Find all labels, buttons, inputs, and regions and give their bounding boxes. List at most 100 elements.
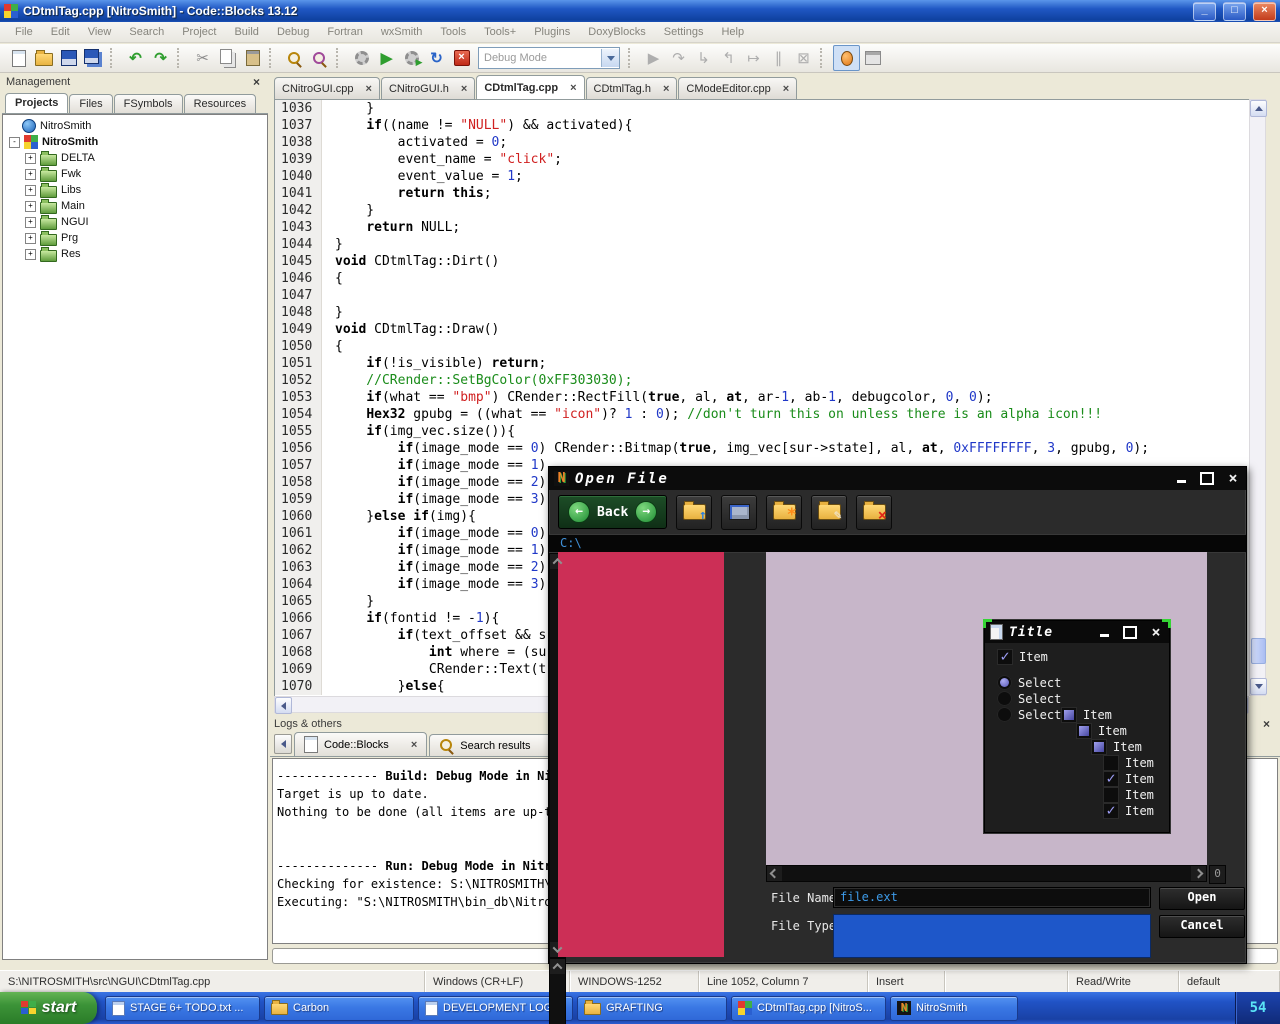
tree-item-nitrosmith[interactable]: -NitroSmith [3, 134, 267, 150]
checkbox-row[interactable]: ✓Item [1103, 771, 1154, 787]
new-file-button[interactable] [6, 46, 31, 70]
next-instruction-button[interactable]: ↦ [741, 46, 766, 70]
menu-build[interactable]: Build [225, 24, 267, 40]
expand-icon[interactable]: + [25, 249, 36, 260]
step-over-button[interactable]: ↷ [666, 46, 691, 70]
project-tree[interactable]: NitroSmith-NitroSmith+DELTA+Fwk+Libs+Mai… [2, 114, 268, 960]
places-panel[interactable] [558, 552, 724, 957]
pause-debug-button[interactable]: ∥ [766, 46, 791, 70]
tab-cnitrogui-h[interactable]: CNitroGUI.h× [381, 77, 475, 99]
taskbar-button-cdtmltag-cpp-nitros[interactable]: CDtmlTag.cpp [NitroS... [731, 996, 886, 1021]
menu-tools[interactable]: Tools+ [475, 24, 525, 40]
expand-icon[interactable]: + [25, 201, 36, 212]
build-and-run-button[interactable] [399, 46, 424, 70]
close-button[interactable]: × [1253, 2, 1276, 21]
menu-search[interactable]: Search [120, 24, 173, 40]
scroll-left-icon[interactable] [275, 697, 292, 714]
dialog-close-button[interactable]: × [1225, 472, 1241, 485]
menu-doxyblocks[interactable]: DoxyBlocks [579, 24, 654, 40]
file-list-horizontal-scrollbar[interactable] [766, 865, 1207, 882]
tab-projects[interactable]: Projects [5, 93, 68, 113]
management-close-icon[interactable]: × [249, 75, 264, 89]
undo-button[interactable]: ↶ [123, 46, 148, 70]
stop-debug-button[interactable]: ⊠ [791, 46, 816, 70]
checkbox-row[interactable]: ✓Item [997, 649, 1048, 665]
tree-item-prg[interactable]: +Prg [3, 230, 267, 246]
step-into-button[interactable]: ↳ [691, 46, 716, 70]
tree-item-main[interactable]: +Main [3, 198, 267, 214]
save-all-button[interactable] [81, 46, 106, 70]
tree-item-fwk[interactable]: +Fwk [3, 166, 267, 182]
dialog-maximize-button[interactable] [1199, 472, 1215, 485]
close-tab-icon[interactable]: × [411, 739, 417, 751]
rename-folder-button[interactable]: ✎ [811, 495, 847, 530]
copy-button[interactable] [215, 46, 240, 70]
tree-item-libs[interactable]: +Libs [3, 182, 267, 198]
back-button[interactable]: ← [568, 501, 590, 523]
abort-build-button[interactable] [449, 46, 474, 70]
paste-button[interactable] [240, 46, 265, 70]
taskbar-button-carbon[interactable]: Carbon [264, 996, 414, 1021]
up-folder-button[interactable]: ↑ [676, 495, 712, 530]
expand-icon[interactable]: + [25, 185, 36, 196]
minimize-button[interactable]: _ [1193, 2, 1216, 21]
checkbox-row[interactable]: ✓Item [1103, 803, 1154, 819]
square-row[interactable]: Item [1061, 707, 1112, 723]
file-type-select[interactable] [833, 914, 1151, 958]
debug-continue-button[interactable]: ▶ [641, 46, 666, 70]
close-tab-icon[interactable]: × [783, 83, 789, 95]
close-tab-icon[interactable]: × [663, 83, 669, 95]
restore-button[interactable]: □ [1223, 2, 1246, 21]
tree-item-res[interactable]: +Res [3, 246, 267, 262]
save-button[interactable] [56, 46, 81, 70]
dialog-titlebar[interactable]: N Open File × [549, 467, 1246, 490]
scrollbar-track[interactable] [782, 866, 1191, 881]
subwindow-minimize-button[interactable] [1096, 626, 1112, 639]
menu-debug[interactable]: Debug [268, 24, 318, 40]
file-name-input[interactable]: file.ext [833, 887, 1151, 908]
scrollbar-thumb[interactable] [1251, 638, 1266, 664]
tab-cmodeeditor-cpp[interactable]: CModeEditor.cpp× [678, 77, 797, 99]
subwindow-titlebar[interactable]: Title × [985, 621, 1169, 643]
tab-scroll-left-icon[interactable] [274, 734, 292, 754]
rebuild-button[interactable]: ↻ [424, 46, 449, 70]
scroll-up-icon[interactable] [1250, 100, 1267, 117]
scroll-up-icon[interactable] [550, 959, 565, 974]
scrollbar-track[interactable] [550, 974, 565, 1024]
collapse-icon[interactable]: - [9, 137, 20, 148]
run-button[interactable]: ▶ [374, 46, 399, 70]
menu-plugins[interactable]: Plugins [525, 24, 579, 40]
tab-cdtmltag-cpp[interactable]: CDtmlTag.cpp× [476, 75, 584, 99]
compile-button[interactable] [349, 46, 374, 70]
tab-code-blocks[interactable]: Code::Blocks× [294, 732, 427, 756]
start-button[interactable]: start [0, 992, 97, 1024]
square-row[interactable]: Item [1091, 739, 1142, 755]
debugger-select-button[interactable] [833, 45, 860, 71]
square-row[interactable]: Item [1076, 723, 1127, 739]
cancel-button[interactable]: Cancel [1159, 915, 1245, 938]
close-tab-icon[interactable]: × [366, 83, 372, 95]
new-folder-button[interactable]: * [766, 495, 802, 530]
scroll-down-icon[interactable] [1250, 678, 1267, 695]
radio-row[interactable]: Select [997, 707, 1061, 722]
delete-folder-button[interactable]: × [856, 495, 892, 530]
cut-button[interactable]: ✂ [190, 46, 215, 70]
close-tab-icon[interactable]: × [461, 83, 467, 95]
logs-close-icon[interactable]: × [1257, 717, 1276, 731]
open-file-button[interactable] [31, 46, 56, 70]
menu-file[interactable]: File [6, 24, 42, 40]
taskbar-button-grafting[interactable]: GRAFTING [577, 996, 727, 1021]
tab-cdtmltag-h[interactable]: CDtmlTag.h× [586, 77, 678, 99]
expand-icon[interactable]: + [25, 217, 36, 228]
replace-button[interactable] [307, 46, 332, 70]
tab-resources[interactable]: Resources [184, 94, 257, 113]
debug-windows-button[interactable] [860, 46, 885, 70]
step-out-button[interactable]: ↰ [716, 46, 741, 70]
tab-cnitrogui-cpp[interactable]: CNitroGUI.cpp× [274, 77, 380, 99]
taskbar-button-stage-6-todo-txt[interactable]: STAGE 6+ TODO.txt ... [105, 996, 260, 1021]
radio-row[interactable]: Select [997, 691, 1061, 706]
scroll-right-icon[interactable] [1191, 866, 1206, 881]
menu-fortran[interactable]: Fortran [318, 24, 371, 40]
tree-item-ngui[interactable]: +NGUI [3, 214, 267, 230]
expand-icon[interactable]: + [25, 233, 36, 244]
